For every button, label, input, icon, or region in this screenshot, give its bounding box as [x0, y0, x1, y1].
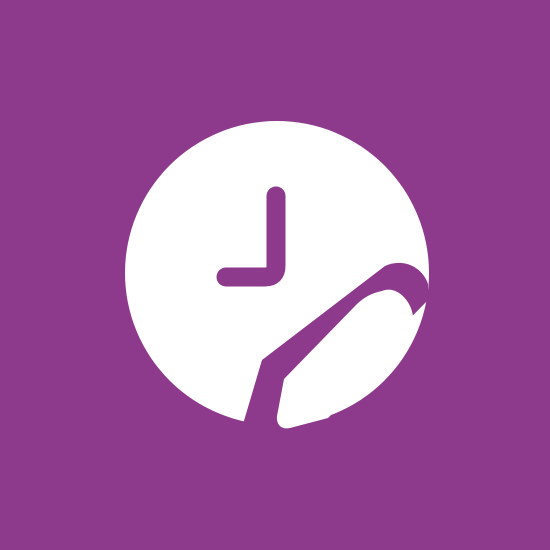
app-icon	[0, 0, 550, 550]
clock-edit-icon	[0, 0, 550, 550]
clock-icon	[125, 121, 429, 425]
